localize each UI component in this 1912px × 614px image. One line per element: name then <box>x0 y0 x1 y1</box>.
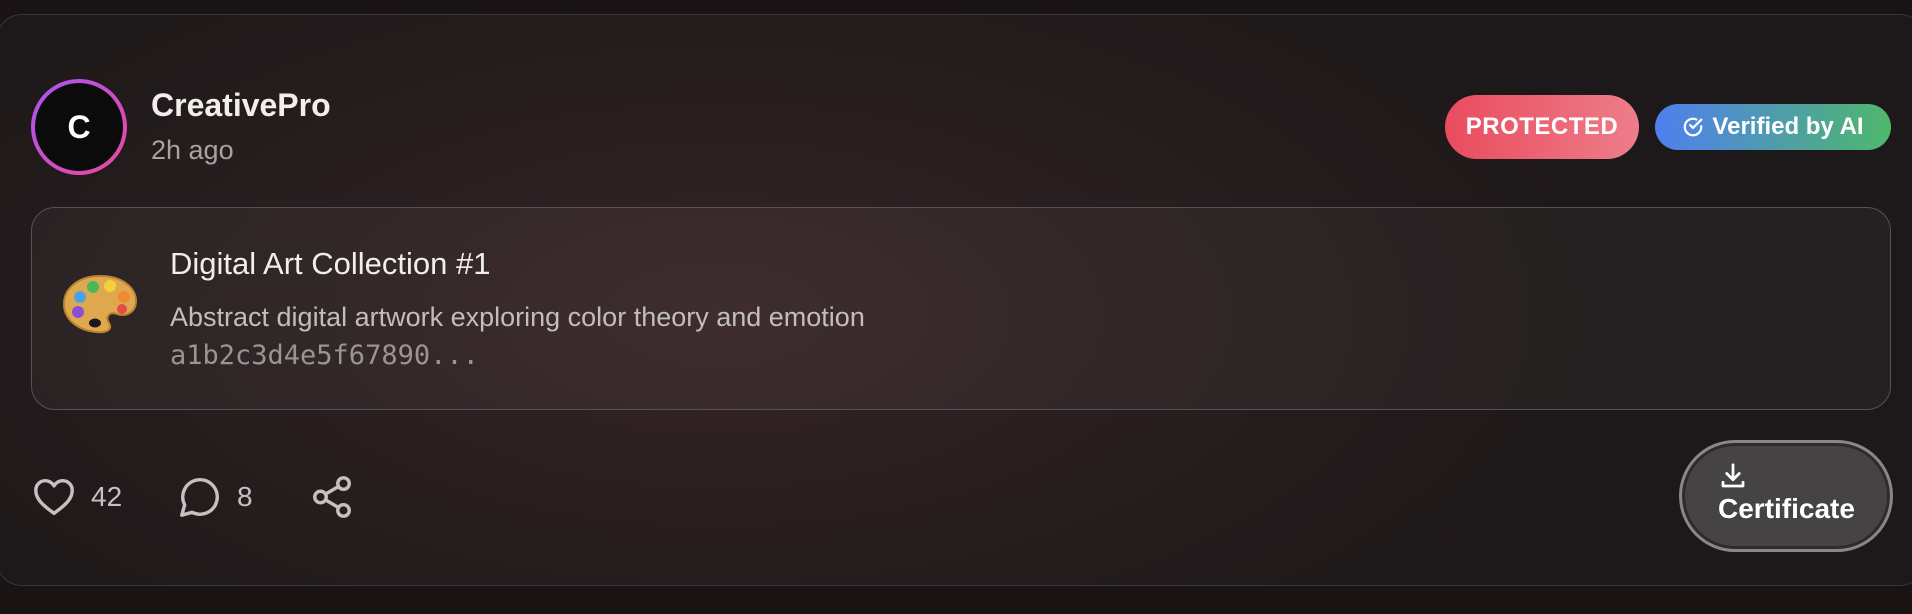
comment-button[interactable]: 8 <box>177 471 253 523</box>
heart-icon <box>34 478 74 516</box>
like-count: 42 <box>91 481 123 512</box>
certificate-label: Certificate <box>1718 493 1855 524</box>
palette-icon <box>62 274 138 334</box>
avatar-initial: C <box>35 83 123 171</box>
username[interactable]: CreativePro <box>151 87 331 124</box>
share-icon <box>313 476 351 518</box>
comment-icon <box>180 478 219 517</box>
asset-card[interactable]: Digital Art Collection #1 Abstract digit… <box>31 207 1891 410</box>
comment-count: 8 <box>237 481 253 512</box>
share-button[interactable] <box>309 471 355 523</box>
download-icon <box>1721 463 1745 488</box>
avatar[interactable]: C <box>31 79 127 175</box>
verified-badge-label: Verified by AI <box>1712 113 1864 140</box>
download-certificate-button[interactable]: Certificate <box>1679 440 1893 552</box>
like-button[interactable]: 42 <box>31 471 122 523</box>
asset-title: Digital Art Collection #1 <box>170 246 491 281</box>
timestamp: 2h ago <box>151 135 234 165</box>
post-card: C CreativePro 2h ago PROTECTED Verified … <box>0 14 1912 586</box>
asset-description: Abstract digital artwork exploring color… <box>170 302 865 332</box>
check-circle-icon <box>1684 117 1703 137</box>
verified-badge: Verified by AI <box>1655 104 1891 150</box>
asset-hash: a1b2c3d4e5f67890... <box>170 340 479 371</box>
protected-badge: PROTECTED <box>1445 95 1639 159</box>
